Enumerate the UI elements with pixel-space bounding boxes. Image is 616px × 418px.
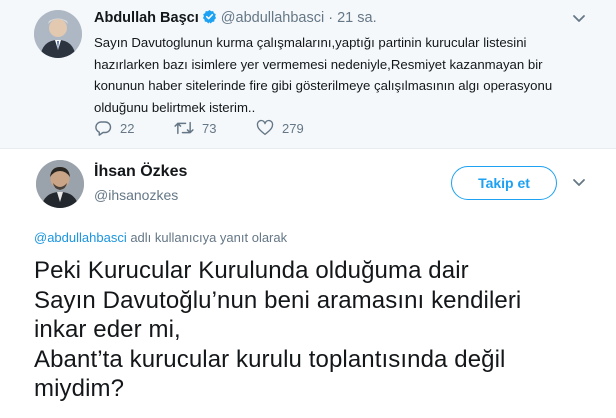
parent-text-line: Sayın Davutoglunun kurma çalışmalarını,y… bbox=[94, 35, 527, 50]
reply-context: @abdullahbasci adlı kullanıcıya yanıt ol… bbox=[34, 230, 287, 245]
parent-text-line: olduğunu belirtmek isterim.. bbox=[94, 99, 256, 115]
chevron-down-icon[interactable] bbox=[572, 175, 586, 193]
main-tweet-text: Peki Kurucular Kurulunda olduğuma dair S… bbox=[34, 256, 594, 404]
parent-action-bar: 22 73 279 bbox=[94, 119, 514, 139]
retweet-icon bbox=[174, 119, 194, 137]
parent-separator: · bbox=[328, 10, 334, 26]
parent-avatar[interactable] bbox=[34, 10, 82, 58]
main-text-line: Abant’ta kurucular kurulu toplantısında … bbox=[34, 345, 506, 373]
main-text-line: miydim? bbox=[34, 375, 125, 402]
reply-button[interactable]: 22 bbox=[94, 119, 134, 137]
main-text-line: inkar eder mi, bbox=[34, 316, 181, 343]
parent-tweet-header: Abdullah Başcı @abdullahbasci · 21 sa. bbox=[94, 9, 377, 28]
parent-tweet-text: Sayın Davutoglunun kurma çalışmalarını,y… bbox=[94, 32, 594, 118]
like-count: 279 bbox=[282, 120, 304, 136]
main-text-line: Sayın Davutoğlu’nun beni aramasını kendi… bbox=[34, 286, 522, 314]
chevron-down-icon[interactable] bbox=[572, 11, 586, 29]
main-author-name[interactable]: İhsan Özkes bbox=[94, 163, 187, 181]
parent-timestamp[interactable]: 21 sa. bbox=[337, 10, 377, 26]
main-handle[interactable]: @ihsanozkes bbox=[94, 187, 178, 203]
retweet-button[interactable]: 73 bbox=[174, 119, 216, 137]
retweet-count: 73 bbox=[202, 120, 217, 136]
parent-tweet[interactable]: Abdullah Başcı @abdullahbasci · 21 sa. S… bbox=[0, 0, 616, 149]
reply-count: 22 bbox=[120, 120, 135, 136]
parent-author-name[interactable]: Abdullah Başcı bbox=[94, 10, 199, 26]
heart-icon bbox=[256, 119, 274, 137]
verified-badge-icon bbox=[202, 9, 217, 28]
reply-icon bbox=[94, 119, 112, 137]
parent-handle[interactable]: @abdullahbasci bbox=[221, 10, 324, 26]
main-text-line: Peki Kurucular Kurulunda olduğuma dair bbox=[34, 257, 469, 284]
like-button[interactable]: 279 bbox=[256, 119, 304, 137]
parent-text-line: hazırlarken bazı isimlere yer vermemesi … bbox=[94, 56, 543, 72]
reply-to-suffix: adlı kullanıcıya yanıt olarak bbox=[126, 230, 288, 245]
reply-to-user-link[interactable]: @abdullahbasci bbox=[34, 230, 127, 245]
follow-button[interactable]: Takip et bbox=[451, 166, 557, 200]
parent-text-line: konunun haber sitelerinde fire gibi göst… bbox=[94, 78, 553, 93]
main-avatar[interactable] bbox=[36, 160, 84, 208]
